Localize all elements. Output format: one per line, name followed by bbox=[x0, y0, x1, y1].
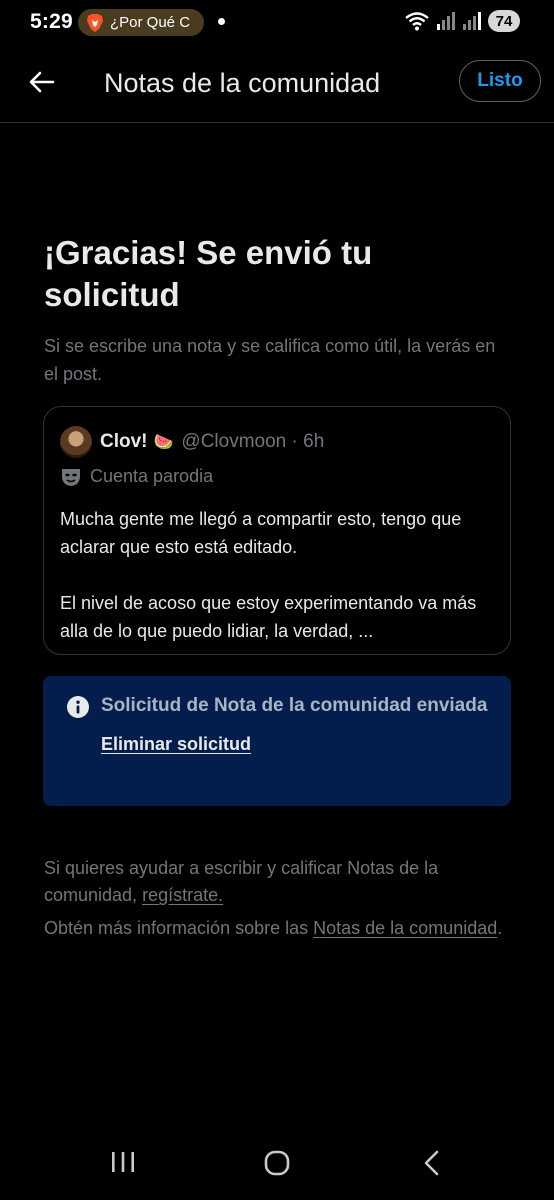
chevron-left-icon[interactable] bbox=[422, 1150, 442, 1176]
system-navigation-bar bbox=[0, 1136, 554, 1200]
learn-more-suffix: . bbox=[497, 918, 503, 938]
watermelon-icon: 🍉 bbox=[153, 434, 174, 451]
notification-dot bbox=[218, 18, 225, 25]
brave-lion-icon bbox=[87, 13, 103, 32]
signup-link[interactable]: regístrate. bbox=[142, 885, 223, 905]
parody-label-row: Cuenta parodia bbox=[60, 466, 494, 487]
wifi-icon bbox=[405, 12, 429, 31]
info-icon bbox=[67, 696, 89, 718]
status-bar: 5:29 ¿Por Qué C 74 bbox=[0, 0, 554, 44]
parody-account-label: Cuenta parodia bbox=[90, 466, 214, 486]
confirmation-section: ¡Gracias! Se envió tu solicitud Si se es… bbox=[44, 232, 511, 388]
page-title: Notas de la comunidad bbox=[104, 68, 381, 98]
battery-indicator: 74 bbox=[488, 10, 520, 32]
confirmation-subtitle: Si se escribe una nota y se califica com… bbox=[44, 336, 496, 384]
community-notes-link[interactable]: Notas de la comunidad bbox=[313, 918, 497, 938]
quoted-post-card[interactable]: Clov! 🍉 @Clovmoon · 6h Cuenta parodia Mu… bbox=[43, 406, 511, 655]
back-button[interactable] bbox=[22, 62, 62, 102]
home-icon[interactable] bbox=[264, 1150, 290, 1176]
done-button[interactable]: Listo bbox=[459, 60, 541, 102]
notification-text: ¿Por Qué C bbox=[110, 14, 191, 31]
post-text: Mucha gente me llegó a compartir esto, t… bbox=[60, 505, 494, 645]
post-paragraph-2: El nivel de acoso que estoy experimentan… bbox=[60, 593, 477, 641]
status-time: 5:29 bbox=[30, 10, 73, 33]
delete-request-link[interactable]: Eliminar solicitud bbox=[101, 734, 251, 755]
notification-pill[interactable]: ¿Por Qué C bbox=[78, 9, 204, 36]
signal-icon-2 bbox=[463, 12, 481, 30]
theater-mask-icon bbox=[62, 468, 80, 486]
request-sent-notice: Solicitud de Nota de la comunidad enviad… bbox=[43, 676, 511, 806]
author-name: Clov! bbox=[100, 431, 148, 452]
learn-more-text: Obtén más información sobre las Notas de… bbox=[44, 915, 514, 942]
arrow-left-icon bbox=[29, 71, 55, 93]
post-author-row: Clov! 🍉 @Clovmoon · 6h bbox=[60, 426, 494, 458]
header: Notas de la comunidad Listo bbox=[0, 44, 554, 123]
status-icons: 74 bbox=[404, 10, 520, 32]
avatar bbox=[60, 426, 92, 458]
help-signup-text: Si quieres ayudar a escribir y calificar… bbox=[44, 855, 514, 909]
notice-title: Solicitud de Nota de la comunidad enviad… bbox=[101, 695, 488, 716]
author-handle-time: @Clovmoon · 6h bbox=[181, 431, 325, 452]
help-signup-prefix: Si quieres ayudar a escribir y calificar… bbox=[44, 858, 439, 905]
recent-apps-icon[interactable] bbox=[110, 1150, 136, 1174]
signal-icon bbox=[437, 12, 455, 30]
confirmation-title: ¡Gracias! Se envió tu solicitud bbox=[44, 234, 373, 313]
post-paragraph-1: Mucha gente me llegó a compartir esto, t… bbox=[60, 509, 462, 557]
learn-more-prefix: Obtén más información sobre las bbox=[44, 918, 314, 938]
